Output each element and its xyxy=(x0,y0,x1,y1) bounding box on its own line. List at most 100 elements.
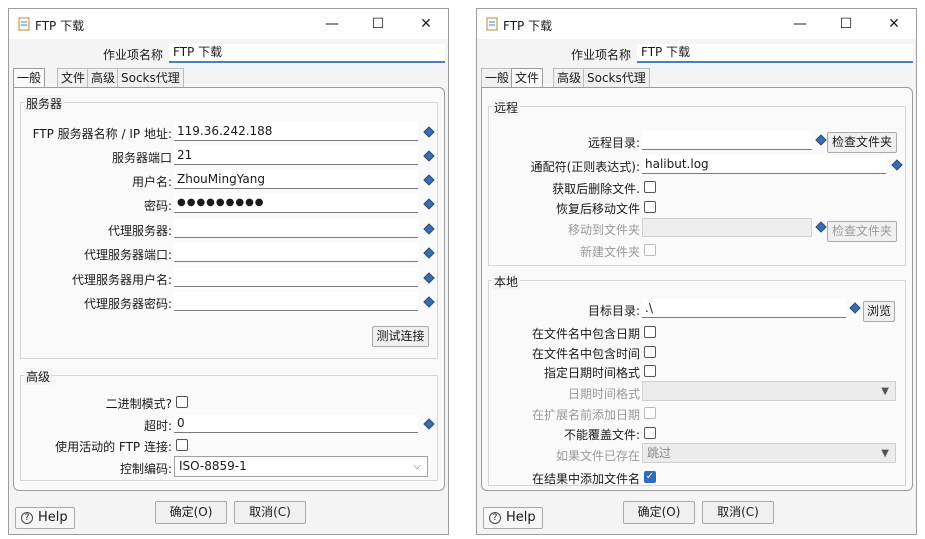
include-time-label: 在文件名中包含时间 xyxy=(531,347,640,361)
wildcard-input[interactable]: halibut.log xyxy=(642,155,886,174)
password-input[interactable]: ●●●●●●●●● xyxy=(174,194,418,213)
ftp-host-input[interactable]: 119.36.242.188 xyxy=(174,122,418,141)
chevron-down-icon: ⌵ xyxy=(413,461,421,472)
help-label: Help xyxy=(506,510,536,525)
datetime-format-label: 日期时间格式 xyxy=(567,387,640,401)
jobname-input[interactable]: FTP 下载 xyxy=(169,44,445,63)
if-exists-label: 如果文件已存在 xyxy=(555,449,640,463)
maximize-button[interactable]: ☐ xyxy=(833,13,859,35)
cancel-button[interactable]: 取消(C) xyxy=(234,501,306,524)
right-dialog: FTP 下载 — ☐ ✕ 作业项名称 FTP 下载 一般 文件 高级 Socks… xyxy=(476,8,917,535)
tab-general[interactable]: 一般 xyxy=(481,68,514,87)
browse-local-button[interactable]: 浏览 xyxy=(863,301,895,322)
target-dir-label: 目标目录: xyxy=(587,304,640,318)
jobname-input[interactable]: FTP 下载 xyxy=(637,44,913,63)
proxy-password-label: 代理服务器密码: xyxy=(83,297,172,311)
ok-button[interactable]: 确定(O) xyxy=(623,501,695,524)
help-icon: ? xyxy=(489,512,501,524)
maximize-button[interactable]: ☐ xyxy=(365,13,391,35)
include-date-checkbox[interactable] xyxy=(644,326,656,338)
if-exists-value: 跳过 xyxy=(647,446,672,460)
tab-strip: 一般 文件 高级 Socks代理 xyxy=(13,68,445,88)
specify-format-label: 指定日期时间格式 xyxy=(543,366,640,380)
help-icon: ? xyxy=(21,512,33,524)
specify-format-checkbox[interactable] xyxy=(644,365,656,377)
help-label: Help xyxy=(38,510,68,525)
binary-mode-checkbox[interactable] xyxy=(176,396,188,408)
tab-advanced[interactable]: 高级 xyxy=(87,68,120,87)
proxy-port-label: 代理服务器端口: xyxy=(83,248,172,262)
create-folder-checkbox xyxy=(644,244,656,256)
minimize-button[interactable]: — xyxy=(787,13,813,35)
tab-files[interactable]: 文件 xyxy=(511,68,544,87)
move-to-label: 移动到文件夹 xyxy=(567,223,640,237)
server-group-title: 服务器 xyxy=(24,95,65,112)
create-folder-label: 新建文件夹 xyxy=(579,245,640,259)
advanced-group-title: 高级 xyxy=(24,368,53,385)
move-to-input xyxy=(642,218,812,237)
add-to-result-checkbox[interactable]: ✓ xyxy=(644,471,656,483)
tab-advanced[interactable]: 高级 xyxy=(553,68,586,87)
remote-group-title: 远程 xyxy=(492,99,521,116)
active-ftp-checkbox[interactable] xyxy=(176,439,188,451)
kettle-app-icon xyxy=(18,17,30,31)
datetime-format-select: ▼ xyxy=(642,381,896,401)
tab-socks[interactable]: Socks代理 xyxy=(117,68,184,87)
add-date-before-ext-checkbox xyxy=(644,407,656,419)
no-overwrite-checkbox[interactable] xyxy=(644,427,656,439)
timeout-input[interactable]: 0 xyxy=(174,414,418,433)
tab-strip: 一般 文件 高级 Socks代理 xyxy=(481,68,913,88)
tab-socks[interactable]: Socks代理 xyxy=(583,68,650,87)
port-input[interactable]: 21 xyxy=(174,146,418,165)
cancel-button[interactable]: 取消(C) xyxy=(702,501,774,524)
proxy-host-input[interactable] xyxy=(174,219,418,238)
jobname-label: 作业项名称 xyxy=(102,48,163,62)
browse-remote-button[interactable]: 检查文件夹 xyxy=(827,132,897,153)
username-input[interactable]: ZhouMingYang xyxy=(174,170,418,189)
test-connection-button[interactable]: 测试连接 xyxy=(372,326,429,347)
timeout-label: 超时: xyxy=(143,419,172,433)
move-after-label: 恢复后移动文件 xyxy=(555,202,640,216)
remote-dir-input[interactable] xyxy=(642,131,812,150)
minimize-button[interactable]: — xyxy=(319,13,345,35)
tab-panel-general: 服务器 FTP 服务器名称 / IP 地址: 119.36.242.188 服务… xyxy=(13,87,445,491)
close-button[interactable]: ✕ xyxy=(881,13,907,35)
if-exists-select: 跳过 ▼ xyxy=(642,443,896,463)
active-ftp-label: 使用活动的 FTP 连接: xyxy=(55,440,172,454)
help-button[interactable]: ? Help xyxy=(15,507,75,529)
no-overwrite-label: 不能覆盖文件: xyxy=(563,428,640,442)
proxy-user-input[interactable] xyxy=(174,268,418,287)
add-date-before-ext-label: 在扩展名前添加日期 xyxy=(531,408,640,422)
tab-files[interactable]: 文件 xyxy=(57,68,90,87)
proxy-port-input[interactable] xyxy=(174,243,418,262)
proxy-host-label: 代理服务器: xyxy=(107,224,172,238)
kettle-app-icon xyxy=(486,17,498,31)
target-dir-input[interactable]: .\ xyxy=(642,299,846,318)
tab-panel-files: 远程 远程目录: 检查文件夹 通配符(正则表达式): halibut.log 获… xyxy=(481,87,913,491)
jobname-label: 作业项名称 xyxy=(570,48,631,62)
binary-mode-label: 二进制模式? xyxy=(105,397,172,411)
password-label: 密码: xyxy=(143,199,172,213)
help-button[interactable]: ? Help xyxy=(483,507,543,529)
close-button[interactable]: ✕ xyxy=(413,13,439,35)
add-to-result-label: 在结果中添加文件名 xyxy=(531,472,640,486)
delete-after-checkbox[interactable] xyxy=(644,181,656,193)
include-date-label: 在文件名中包含日期 xyxy=(531,327,640,341)
encoding-value: ISO-8859-1 xyxy=(179,459,247,473)
browse-move-button: 检查文件夹 xyxy=(827,221,897,242)
ftp-host-label: FTP 服务器名称 / IP 地址: xyxy=(32,127,172,141)
ok-button[interactable]: 确定(O) xyxy=(155,501,227,524)
encoding-label: 控制编码: xyxy=(119,462,172,476)
chevron-down-icon: ▼ xyxy=(881,448,889,459)
include-time-checkbox[interactable] xyxy=(644,346,656,358)
tab-general[interactable]: 一般 xyxy=(13,68,46,87)
username-label: 用户名: xyxy=(131,175,172,189)
remote-dir-label: 远程目录: xyxy=(587,136,640,150)
move-after-checkbox[interactable] xyxy=(644,201,656,213)
port-label: 服务器端口 xyxy=(111,151,172,165)
proxy-password-input[interactable] xyxy=(174,292,418,311)
wildcard-label: 通配符(正则表达式): xyxy=(530,160,640,174)
window-title: FTP 下载 xyxy=(503,19,553,33)
encoding-select[interactable]: ISO-8859-1 ⌵ xyxy=(174,456,428,477)
left-titlebar: FTP 下载 — ☐ ✕ xyxy=(9,9,448,39)
